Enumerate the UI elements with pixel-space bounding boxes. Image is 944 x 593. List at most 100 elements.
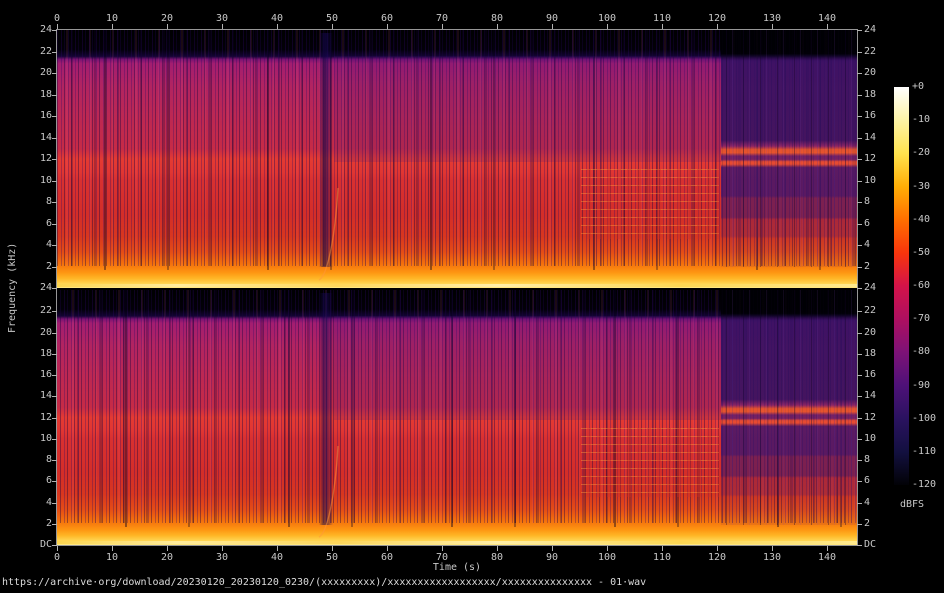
freq-tick-label-right: 2: [864, 518, 870, 530]
spectrogram-panel-left-channel: [57, 30, 857, 288]
freq-tick-mark-right: [857, 30, 862, 31]
freq-tick-label-right: 22: [864, 305, 876, 317]
freq-tick-mark-right: [857, 460, 862, 461]
freq-tick-mark-left: [52, 30, 57, 31]
colorbar-unit-label: dBFS: [900, 499, 924, 511]
time-tick-mark: [442, 24, 443, 29]
freq-tick-mark-right: [857, 481, 862, 482]
freq-tick-mark-right: [857, 181, 862, 182]
freq-tick-label-left: 22: [18, 46, 52, 58]
dbfs-colorbar-gradient: [894, 87, 909, 485]
freq-tick-label-right: 4: [864, 239, 870, 251]
harmonic-comb-region: [581, 428, 719, 497]
freq-tick-label-right: 6: [864, 475, 870, 487]
time-tick-mark: [332, 546, 333, 551]
freq-tick-label-left: 22: [18, 305, 52, 317]
freq-tick-label-right: 24: [864, 282, 876, 294]
colorbar-tick-label: -30: [912, 181, 930, 193]
freq-tick-mark-left: [52, 311, 57, 312]
file-url-text: https://archive·org/download/20230120_20…: [2, 577, 646, 589]
freq-tick-mark-right: [857, 333, 862, 334]
freq-tick-label-left: 8: [18, 196, 52, 208]
time-tick-mark: [332, 24, 333, 29]
freq-tick-label-left: 14: [18, 390, 52, 402]
time-tick-mark: [552, 546, 553, 551]
quiet-outro-region: [721, 30, 857, 267]
freq-tick-mark-left: [52, 545, 57, 546]
freq-tick-label-right: 8: [864, 196, 870, 208]
freq-tick-mark-right: [857, 52, 862, 53]
time-tick-mark: [57, 24, 58, 29]
freq-tick-mark-right: [857, 202, 862, 203]
freq-tick-label-right: 2: [864, 261, 870, 273]
colorbar-tick-label: +0: [912, 81, 924, 93]
post-gap-region-tint: [334, 316, 722, 421]
colorbar-tick-label: -80: [912, 346, 930, 358]
freq-tick-mark-right: [857, 311, 862, 312]
time-tick-mark: [607, 546, 608, 551]
freq-tick-mark-left: [52, 116, 57, 117]
freq-tick-mark-left: [52, 375, 57, 376]
frequency-riser-sweep: [297, 30, 357, 288]
freq-tick-mark-right: [857, 224, 862, 225]
freq-tick-label-right: 10: [864, 175, 876, 187]
freq-tick-label-left: 20: [18, 327, 52, 339]
freq-tick-label-left: 24: [18, 282, 52, 294]
frequency-riser-sweep: [297, 290, 357, 545]
time-tick-mark: [387, 546, 388, 551]
freq-tick-label-left: 4: [18, 497, 52, 509]
spectrogram-window: Frequency (kHz) 010203040506070809010011…: [0, 0, 944, 593]
dc-energy-line: [57, 284, 857, 287]
freq-tick-label-right: 16: [864, 110, 876, 122]
freq-tick-mark-left: [52, 418, 57, 419]
freq-tick-label-left: 18: [18, 89, 52, 101]
time-tick-mark: [607, 24, 608, 29]
colorbar-tick-label: -40: [912, 214, 930, 226]
freq-tick-label-right: 22: [864, 46, 876, 58]
time-tick-mark: [772, 24, 773, 29]
time-tick-mark: [57, 546, 58, 551]
time-tick-mark: [772, 546, 773, 551]
freq-tick-mark-left: [52, 245, 57, 246]
freq-tick-label-left: 4: [18, 239, 52, 251]
freq-tick-label-left: 10: [18, 433, 52, 445]
freq-tick-mark-left: [52, 138, 57, 139]
freq-tick-label-right: 18: [864, 89, 876, 101]
freq-tick-mark-right: [857, 138, 862, 139]
freq-tick-mark-left: [52, 354, 57, 355]
freq-tick-mark-left: [52, 267, 57, 268]
post-gap-region-tint: [334, 56, 722, 162]
freq-tick-mark-right: [857, 267, 862, 268]
time-tick-mark: [277, 24, 278, 29]
freq-tick-mark-right: [857, 245, 862, 246]
freq-tick-label-right: DC: [864, 539, 876, 551]
time-tick-mark: [167, 546, 168, 551]
freq-tick-mark-right: [857, 116, 862, 117]
freq-tick-label-right: 18: [864, 348, 876, 360]
freq-tick-mark-left: [52, 288, 57, 289]
freq-tick-mark-left: [52, 159, 57, 160]
freq-tick-label-left: 24: [18, 24, 52, 36]
freq-tick-mark-right: [857, 418, 862, 419]
time-tick-mark: [717, 546, 718, 551]
freq-tick-mark-right: [857, 159, 862, 160]
time-tick-mark: [387, 24, 388, 29]
freq-tick-mark-right: [857, 73, 862, 74]
time-tick-mark: [277, 546, 278, 551]
time-tick-mark: [497, 24, 498, 29]
freq-tick-label-right: 16: [864, 369, 876, 381]
freq-tick-mark-left: [52, 181, 57, 182]
freq-tick-label-left: 2: [18, 261, 52, 273]
freq-tick-label-left: 18: [18, 348, 52, 360]
time-tick-mark: [717, 24, 718, 29]
freq-tick-label-left: 16: [18, 110, 52, 122]
freq-tick-label-right: 12: [864, 412, 876, 424]
freq-tick-label-right: 24: [864, 24, 876, 36]
colorbar-tick-label: -20: [912, 147, 930, 159]
time-tick-mark: [222, 24, 223, 29]
freq-tick-mark-left: [52, 396, 57, 397]
time-tick-mark: [827, 24, 828, 29]
freq-tick-label-right: 8: [864, 454, 870, 466]
time-axis-title: Time (s): [57, 562, 857, 574]
time-tick-mark: [662, 24, 663, 29]
